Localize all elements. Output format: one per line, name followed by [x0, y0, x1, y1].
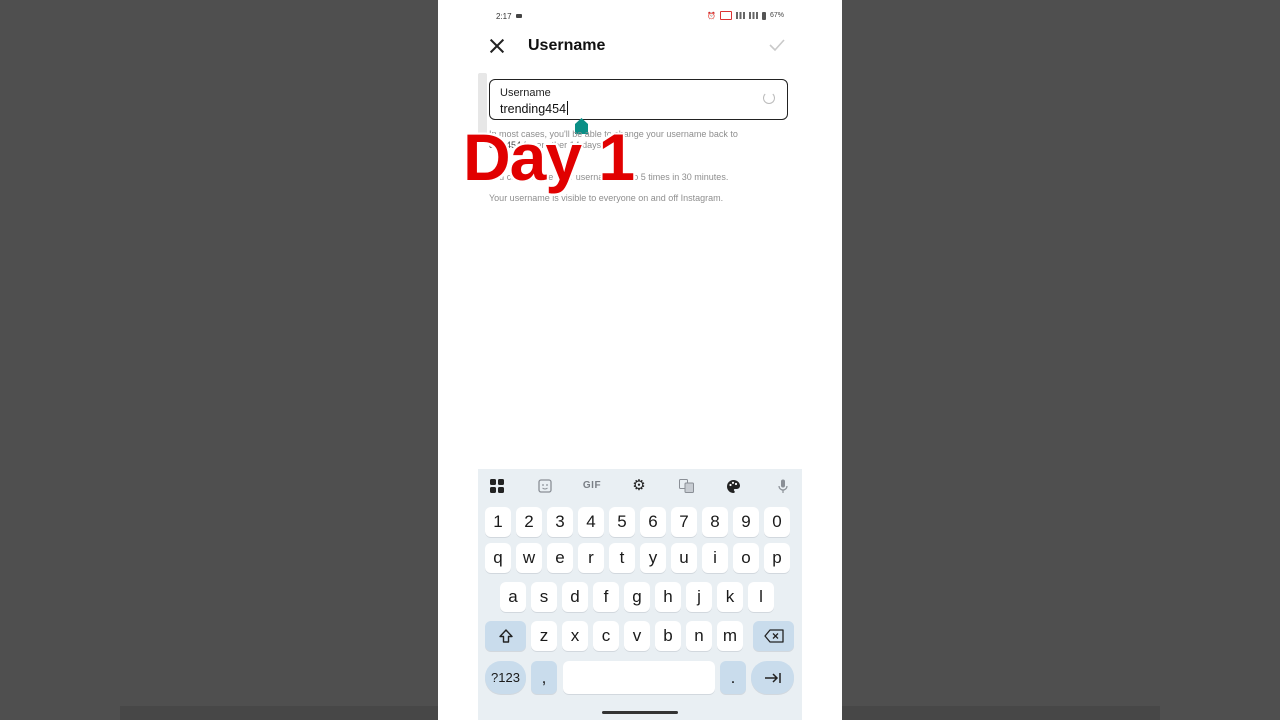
- username-field-label: Username: [500, 87, 551, 99]
- sticker-icon[interactable]: [536, 477, 554, 495]
- key-j[interactable]: j: [686, 582, 712, 612]
- phone-screen: 2:17 ⏰ 67% Username Username trending454…: [438, 0, 842, 720]
- home-indicator[interactable]: [602, 711, 678, 714]
- day-overlay-caption: Day 1: [461, 120, 636, 194]
- key-n[interactable]: n: [686, 621, 712, 651]
- key-t[interactable]: t: [609, 543, 635, 573]
- key-e[interactable]: e: [547, 543, 573, 573]
- key-z[interactable]: z: [531, 621, 557, 651]
- username-value: trending454: [500, 102, 567, 116]
- key-1[interactable]: 1: [485, 507, 511, 537]
- signal-icon: [735, 12, 745, 19]
- apps-grid-icon[interactable]: [488, 477, 506, 495]
- shift-icon[interactable]: [485, 621, 526, 651]
- backspace-icon[interactable]: [753, 621, 794, 651]
- key-p[interactable]: p: [764, 543, 790, 573]
- key-i[interactable]: i: [702, 543, 728, 573]
- key-w[interactable]: w: [516, 543, 542, 573]
- translate-icon[interactable]: [677, 477, 695, 495]
- on-screen-keyboard: GIF ⚙ 1 2 3 4 5 6 7 8 9 0 q w e r t y u …: [478, 469, 802, 720]
- battery-icon: [761, 11, 766, 20]
- key-9[interactable]: 9: [733, 507, 759, 537]
- key-a[interactable]: a: [500, 582, 526, 612]
- comma-key[interactable]: ,: [531, 661, 557, 694]
- key-q[interactable]: q: [485, 543, 511, 573]
- app-bar: Username: [438, 32, 842, 60]
- key-0[interactable]: 0: [764, 507, 790, 537]
- key-x[interactable]: x: [562, 621, 588, 651]
- key-3[interactable]: 3: [547, 507, 573, 537]
- key-r[interactable]: r: [578, 543, 604, 573]
- gif-button[interactable]: GIF: [579, 477, 605, 495]
- key-k[interactable]: k: [717, 582, 743, 612]
- battery-level: 67%: [769, 12, 784, 19]
- space-bar[interactable]: [563, 661, 715, 694]
- check-icon[interactable]: [768, 38, 786, 52]
- key-8[interactable]: 8: [702, 507, 728, 537]
- close-icon[interactable]: [486, 36, 508, 58]
- key-5[interactable]: 5: [609, 507, 635, 537]
- key-2[interactable]: 2: [516, 507, 542, 537]
- status-time: 2:17: [496, 12, 512, 21]
- microphone-icon[interactable]: [774, 477, 792, 495]
- settings-gear-icon[interactable]: ⚙: [630, 477, 648, 495]
- text-caret: [567, 101, 569, 115]
- key-f[interactable]: f: [593, 582, 619, 612]
- symbols-key[interactable]: ?123: [485, 661, 526, 694]
- status-bar: 2:17 ⏰ 67%: [438, 10, 842, 24]
- key-l[interactable]: l: [748, 582, 774, 612]
- tab-arrow-icon[interactable]: [751, 661, 794, 694]
- key-y[interactable]: y: [640, 543, 666, 573]
- cast-icon: [719, 11, 732, 20]
- signal-icon-2: [748, 12, 758, 19]
- alarm-icon: ⏰: [707, 12, 716, 20]
- key-m[interactable]: m: [717, 621, 743, 651]
- key-s[interactable]: s: [531, 582, 557, 612]
- recording-icon: [516, 14, 522, 18]
- key-h[interactable]: h: [655, 582, 681, 612]
- palette-icon[interactable]: [724, 477, 742, 495]
- key-b[interactable]: b: [655, 621, 681, 651]
- helper-text-visibility: Your username is visible to everyone on …: [489, 193, 724, 203]
- period-key[interactable]: .: [720, 661, 746, 694]
- key-o[interactable]: o: [733, 543, 759, 573]
- key-d[interactable]: d: [562, 582, 588, 612]
- key-4[interactable]: 4: [578, 507, 604, 537]
- status-icons: ⏰ 67%: [707, 11, 784, 20]
- key-7[interactable]: 7: [671, 507, 697, 537]
- key-6[interactable]: 6: [640, 507, 666, 537]
- key-g[interactable]: g: [624, 582, 650, 612]
- key-v[interactable]: v: [624, 621, 650, 651]
- username-field[interactable]: Username trending454: [489, 79, 788, 120]
- page-title: Username: [528, 37, 606, 54]
- key-u[interactable]: u: [671, 543, 697, 573]
- key-c[interactable]: c: [593, 621, 619, 651]
- username-input[interactable]: trending454: [500, 101, 569, 116]
- keyboard-toolbar: GIF ⚙: [478, 475, 802, 495]
- spinner-icon: [763, 92, 775, 104]
